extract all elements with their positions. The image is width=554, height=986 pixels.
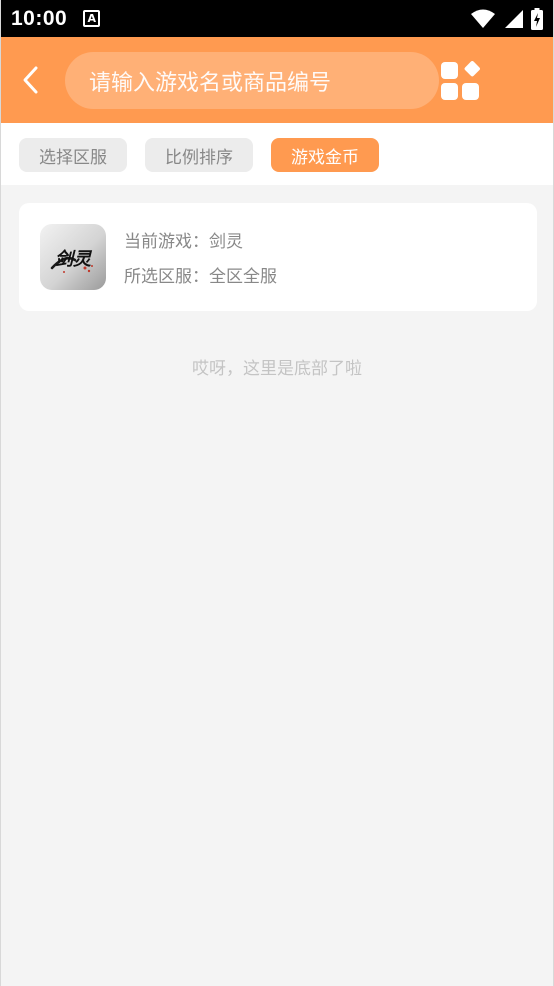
chevron-left-icon [23, 66, 38, 94]
filter-chip-label: 比例排序 [165, 147, 233, 168]
status-bar: 10:00 A [1, 0, 553, 37]
a-icon: A [83, 10, 101, 27]
server-line: 所选区服：全区全服 [124, 262, 277, 287]
search-input[interactable]: 请输入游戏名或商品编号 [65, 52, 439, 109]
game-logo-text: 剑灵 [55, 249, 93, 270]
filter-chip-game-gold[interactable]: 游戏金币 [271, 138, 379, 172]
filter-chip-label: 选择区服 [39, 147, 107, 168]
back-button[interactable] [15, 61, 45, 99]
status-time: 10:00 [11, 6, 68, 30]
header: 请输入游戏名或商品编号 [1, 37, 553, 123]
server-value: 全区全服 [209, 267, 277, 287]
current-game-line: 当前游戏：剑灵 [124, 227, 243, 252]
game-card[interactable]: 剑灵 当前游戏：剑灵 所选区服：全区全服 [19, 203, 537, 311]
game-logo-image: 剑灵 [50, 249, 93, 273]
grid-menu-button[interactable] [441, 61, 481, 101]
filter-bar: 选择区服 比例排序 游戏金币 [1, 123, 553, 185]
server-label: 所选区服： [124, 267, 209, 287]
search-placeholder: 请输入游戏名或商品编号 [89, 70, 332, 96]
filter-chip-server[interactable]: 选择区服 [19, 138, 127, 172]
filter-chip-ratio-sort[interactable]: 比例排序 [145, 138, 253, 172]
current-game-value: 剑灵 [209, 232, 243, 252]
game-logo: 剑灵 [40, 224, 106, 290]
status-icons [471, 7, 543, 30]
filter-chip-label: 游戏金币 [291, 147, 359, 168]
battery-icon [531, 7, 543, 30]
current-game-label: 当前游戏： [124, 232, 209, 252]
wifi-icon [471, 9, 495, 28]
end-of-list-text: 哎呀，这里是底部了啦 [192, 359, 362, 379]
signal-icon [505, 9, 523, 28]
grid-icon [441, 61, 480, 100]
